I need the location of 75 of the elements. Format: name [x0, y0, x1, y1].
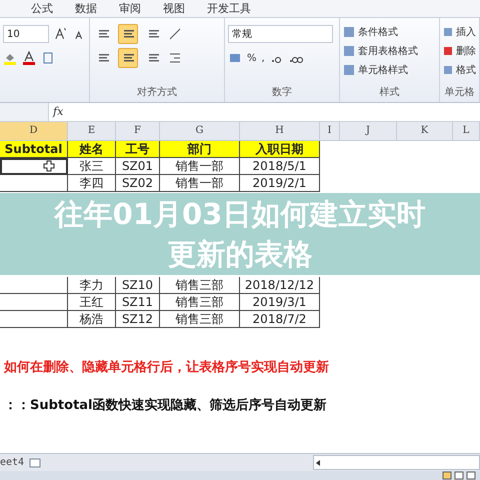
table-cell: 销售一部	[160, 158, 240, 175]
group-label: 数字	[272, 86, 292, 100]
menu-tab[interactable]: 数据	[64, 0, 108, 17]
indent-icon[interactable]	[168, 51, 182, 65]
column-header[interactable]: I	[320, 122, 340, 141]
sheet-tab[interactable]: eet4	[0, 457, 28, 468]
menu-tab[interactable]: 开发工具	[196, 0, 262, 17]
table-cell: 销售一部	[160, 175, 240, 192]
table-cell: 2019/3/1	[240, 294, 320, 311]
table-cell: 李四	[68, 175, 116, 192]
table-style-icon	[343, 64, 355, 76]
table-cell: 张三	[68, 158, 116, 175]
table-header-cell: Subtotal	[0, 141, 68, 158]
table-cell: 李力	[68, 277, 116, 294]
table-style-icon	[343, 44, 355, 56]
style-menu-button[interactable]: 条件格式	[343, 22, 436, 41]
new-sheet-icon[interactable]	[28, 456, 42, 470]
table-cell: SZ10	[116, 277, 160, 294]
table-header-cell: 入职日期	[240, 141, 320, 158]
scroll-left-icon[interactable]	[314, 458, 322, 466]
tip-text: ：：Subtotal函数快速实现隐藏、筛选后序号自动更新	[4, 396, 328, 414]
table-cell: 2019/2/1	[240, 175, 320, 192]
column-header[interactable]: J	[340, 122, 397, 141]
grow-font-icon[interactable]	[54, 27, 68, 41]
group-label: 单元格	[444, 86, 474, 100]
horizontal-scrollbar[interactable]	[313, 455, 480, 470]
column-header[interactable]: F	[116, 122, 160, 141]
font-color-icon[interactable]	[22, 51, 36, 65]
column-header[interactable]: H	[240, 122, 320, 141]
column-header[interactable]: L	[453, 122, 480, 141]
table-cell: SZ11	[116, 294, 160, 311]
menu-tab[interactable]: 审阅	[108, 0, 152, 17]
group-label: 样式	[380, 86, 400, 100]
cells-icon	[443, 64, 453, 76]
column-header[interactable]: K	[397, 122, 453, 141]
table-cell: 销售三部	[160, 311, 240, 328]
table-cell: 王红	[68, 294, 116, 311]
fill-color-icon[interactable]	[3, 51, 17, 65]
menu-tab[interactable]: 视图	[152, 0, 196, 17]
table-cell: SZ12	[116, 311, 160, 328]
table-cell: SZ02	[116, 175, 160, 192]
comma-button[interactable]: ,	[262, 52, 265, 64]
horizontal-align-button[interactable]	[118, 48, 138, 68]
style-menu-button[interactable]: 套用表格格式	[343, 41, 436, 60]
cells-menu-button[interactable]: 删除	[443, 41, 476, 60]
table-header-cell: 姓名	[68, 141, 116, 158]
cells-icon	[443, 44, 453, 56]
table-cell: 杨浩	[68, 311, 116, 328]
style-menu-button[interactable]: 单元格样式	[343, 60, 436, 79]
table-cell: SZ01	[116, 158, 160, 175]
table-cell: 2018/5/1	[240, 158, 320, 175]
column-header[interactable]: E	[68, 122, 116, 141]
font-size-dropdown[interactable]: 10	[3, 25, 50, 43]
cell-cursor-icon	[43, 160, 55, 172]
cells-icon	[443, 26, 453, 38]
group-label: 对齐方式	[137, 86, 177, 100]
table-cell: 2018/12/12	[240, 277, 320, 294]
table-cell: 销售三部	[160, 294, 240, 311]
table-header-cell: 部门	[160, 141, 240, 158]
function-button[interactable]: fx	[49, 103, 68, 121]
table-cell: 2018/7/2	[240, 311, 320, 328]
cells-menu-button[interactable]: 格式	[443, 60, 476, 79]
table-cell: 销售三部	[160, 277, 240, 294]
banner-title: 往年01月03日如何建立实时更新的表格	[52, 196, 426, 273]
column-header[interactable]: G	[160, 122, 240, 141]
column-header[interactable]: D	[0, 122, 68, 141]
cells-menu-button[interactable]: 插入	[443, 22, 476, 41]
menu-tab[interactable]: 公式	[20, 0, 64, 17]
number-format-dropdown[interactable]: 常规	[228, 25, 333, 43]
table-style-icon	[343, 26, 355, 38]
orientation-icon[interactable]	[168, 27, 182, 41]
heading-text: 如何在删除、隐藏单元格行后，让表格序号实现自动更新	[4, 358, 330, 376]
vertical-align-button[interactable]	[118, 24, 138, 44]
percent-button[interactable]: %	[247, 52, 257, 64]
table-header-cell: 工号	[116, 141, 160, 158]
